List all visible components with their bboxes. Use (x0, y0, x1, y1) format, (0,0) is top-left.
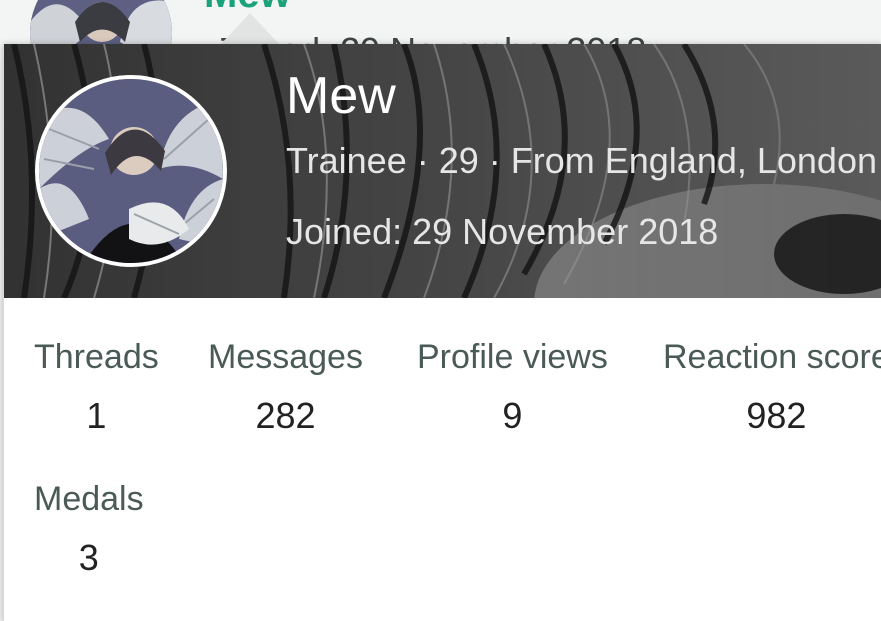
stat-label: Reaction score (663, 338, 881, 376)
stat-label: Medals (34, 480, 144, 518)
tooltip-arrow (220, 13, 280, 45)
stat-label: Threads (34, 338, 159, 376)
stat-messages[interactable]: Messages 282 (208, 338, 363, 437)
stat-value: 982 (746, 395, 807, 436)
stat-reaction-score[interactable]: Reaction score 982 (663, 338, 881, 437)
stat-profile-views[interactable]: Profile views 9 (417, 338, 608, 437)
stat-threads[interactable]: Threads 1 (34, 338, 159, 437)
stat-value: 282 (255, 395, 316, 436)
profile-stats: Threads 1 Messages 282 Profile views 9 R… (4, 298, 881, 621)
profile-user-info: Trainee · 29 · From England, London (286, 140, 877, 181)
stat-medals[interactable]: Medals 3 (34, 480, 144, 579)
stat-value: 3 (78, 537, 99, 578)
profile-avatar[interactable] (35, 75, 227, 267)
profile-joined-date: Joined: 29 November 2018 (286, 211, 719, 252)
stat-label: Profile views (417, 338, 608, 376)
member-tooltip-card: Mew Trainee · 29 · From England, London … (3, 44, 881, 621)
stat-label: Messages (208, 338, 363, 376)
stat-value: 1 (86, 395, 107, 436)
stat-value: 9 (502, 395, 523, 436)
page: Mew Joined: 29 November 2018 (0, 0, 881, 621)
profile-username[interactable]: Mew (286, 66, 396, 126)
